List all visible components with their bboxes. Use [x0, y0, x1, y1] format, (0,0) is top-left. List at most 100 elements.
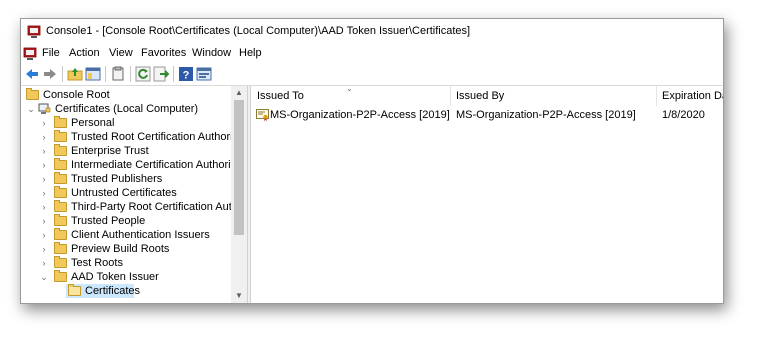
tree-item-label: Test Roots — [71, 257, 123, 269]
tree-item-enterprise-trust[interactable]: › Enterprise Trust — [24, 144, 229, 158]
column-header-issued-to[interactable]: Issued To — [257, 86, 304, 106]
chevron-right-icon[interactable]: › — [39, 200, 49, 214]
chevron-right-icon[interactable]: › — [39, 242, 49, 256]
menu-view[interactable]: View — [109, 47, 133, 59]
menu-help[interactable]: Help — [239, 47, 262, 59]
tree-item-certificates-store[interactable]: ⌄ Certificates (Local Computer) — [24, 102, 229, 116]
open-folder-icon — [68, 284, 81, 296]
toolbar-separator — [105, 66, 106, 82]
tree-item-label: Enterprise Trust — [71, 145, 149, 157]
chevron-right-icon[interactable]: › — [39, 228, 49, 242]
folder-icon — [54, 186, 67, 198]
tree-scrollbar[interactable]: ▲ ▼ — [231, 86, 247, 303]
folder-icon — [54, 228, 67, 240]
tree-item-personal[interactable]: › Personal — [24, 116, 229, 130]
chevron-right-icon[interactable]: › — [39, 214, 49, 228]
folder-icon — [54, 144, 67, 156]
cell-issued-by: MS-Organization-P2P-Access [2019] — [456, 109, 636, 121]
folder-icon — [54, 130, 67, 142]
tree-item-aad-token-issuer[interactable]: ⌄ AAD Token Issuer — [24, 270, 229, 284]
tree-item-trusted-root[interactable]: › Trusted Root Certification Authorities — [24, 130, 247, 144]
tree-item-label: Console Root — [43, 89, 110, 101]
up-folder-icon[interactable] — [67, 66, 83, 82]
toolbar-separator — [62, 66, 63, 82]
folder-icon — [54, 116, 67, 128]
tree-item-label: Client Authentication Issuers — [71, 229, 210, 241]
copy-icon[interactable] — [110, 66, 126, 82]
forward-arrow-icon[interactable] — [42, 66, 58, 82]
mmc-window: Console1 - [Console Root\Certificates (L… — [20, 18, 724, 304]
window-title: Console1 - [Console Root\Certificates (L… — [46, 25, 471, 37]
column-divider[interactable] — [450, 86, 451, 106]
sort-caret-icon: ⌄ — [346, 86, 353, 93]
folder-icon — [54, 256, 67, 268]
tree-item-third-party-root[interactable]: › Third-Party Root Certification Authori… — [24, 200, 247, 214]
tree-item-label: AAD Token Issuer — [71, 271, 159, 283]
cell-issued-to: MS-Organization-P2P-Access [2019] — [270, 109, 450, 121]
chevron-down-icon[interactable]: ⌄ — [26, 102, 36, 116]
folder-icon — [54, 214, 67, 226]
tree-item-preview-build-roots[interactable]: › Preview Build Roots — [24, 242, 229, 256]
title-bar[interactable]: Console1 - [Console Root\Certificates (L… — [21, 19, 723, 45]
menu-window[interactable]: Window — [192, 47, 231, 59]
console-tree: Console Root ⌄ Certificates (Local Compu… — [21, 86, 247, 303]
tree-item-client-auth-issuers[interactable]: › Client Authentication Issuers — [24, 228, 229, 242]
scroll-up-arrow-icon[interactable]: ▲ — [235, 89, 243, 97]
tree-item-label: Untrusted Certificates — [71, 187, 177, 199]
table-row[interactable]: MS-Organization-P2P-Access [2019] MS-Org… — [251, 108, 723, 123]
chevron-right-icon[interactable]: › — [39, 116, 49, 130]
chevron-right-icon[interactable]: › — [39, 172, 49, 186]
toolbar-separator — [173, 66, 174, 82]
toolbar: ? — [21, 63, 723, 86]
tree-item-label: Trusted People — [71, 215, 146, 227]
chevron-down-icon[interactable]: ⌄ — [39, 270, 49, 284]
tree-item-certificates-selected[interactable]: Certificates — [66, 284, 140, 298]
svg-text:?: ? — [183, 70, 190, 82]
tree-item-label: Trusted Root Certification Authorities — [71, 131, 247, 143]
tree-item-label: Trusted Publishers — [71, 173, 163, 185]
back-arrow-icon[interactable] — [24, 66, 40, 82]
toolbar-separator — [130, 66, 131, 82]
tree-item-console-root[interactable]: Console Root — [24, 88, 229, 102]
tree-item-label: Certificates — [85, 285, 141, 297]
cell-expiration-date: 1/8/2020 — [662, 109, 705, 121]
scroll-down-arrow-icon[interactable]: ▼ — [235, 292, 243, 300]
tree-item-trusted-people[interactable]: › Trusted People — [24, 214, 229, 228]
scrollbar-thumb[interactable] — [234, 100, 244, 235]
column-header-expiration-date[interactable]: Expiration Date — [662, 86, 723, 106]
properties-icon[interactable] — [196, 66, 212, 82]
tree-item-label: Certificates (Local Computer) — [55, 103, 199, 115]
tree-item-test-roots[interactable]: › Test Roots — [24, 256, 229, 270]
certificate-icon — [256, 109, 269, 121]
refresh-icon[interactable] — [135, 66, 151, 82]
console-menu-icon[interactable] — [23, 47, 37, 61]
tree-item-untrusted-certificates[interactable]: › Untrusted Certificates — [24, 186, 229, 200]
export-list-icon[interactable] — [153, 66, 169, 82]
menu-action[interactable]: Action — [69, 47, 100, 59]
chevron-right-icon[interactable]: › — [39, 130, 49, 144]
menu-file[interactable]: File — [42, 47, 60, 59]
folder-icon — [54, 200, 67, 212]
menu-bar: File Action View Favorites Window Help — [21, 45, 723, 63]
column-divider[interactable] — [656, 86, 657, 106]
menu-favorites[interactable]: Favorites — [141, 47, 186, 59]
help-icon[interactable]: ? — [178, 66, 194, 82]
chevron-right-icon[interactable]: › — [39, 144, 49, 158]
folder-icon — [54, 158, 67, 170]
tree-item-label: Preview Build Roots — [71, 243, 170, 255]
computer-certificate-icon — [38, 103, 51, 114]
folder-icon — [54, 172, 67, 184]
tree-item-label: Intermediate Certification Authorities — [71, 159, 247, 171]
chevron-right-icon[interactable]: › — [39, 186, 49, 200]
tree-item-trusted-publishers[interactable]: › Trusted Publishers — [24, 172, 229, 186]
folder-icon — [26, 88, 39, 100]
folder-icon — [54, 270, 67, 282]
tree-item-label: Third-Party Root Certification Authorit — [71, 201, 247, 213]
show-hide-tree-icon[interactable] — [85, 66, 101, 82]
result-list: ⌄ Issued To Issued By Expiration Date MS… — [251, 86, 723, 303]
column-header-issued-by[interactable]: Issued By — [456, 86, 504, 106]
chevron-right-icon[interactable]: › — [39, 158, 49, 172]
tree-item-intermediate-ca[interactable]: › Intermediate Certification Authorities — [24, 158, 247, 172]
chevron-right-icon[interactable]: › — [39, 256, 49, 270]
folder-icon — [54, 242, 67, 254]
